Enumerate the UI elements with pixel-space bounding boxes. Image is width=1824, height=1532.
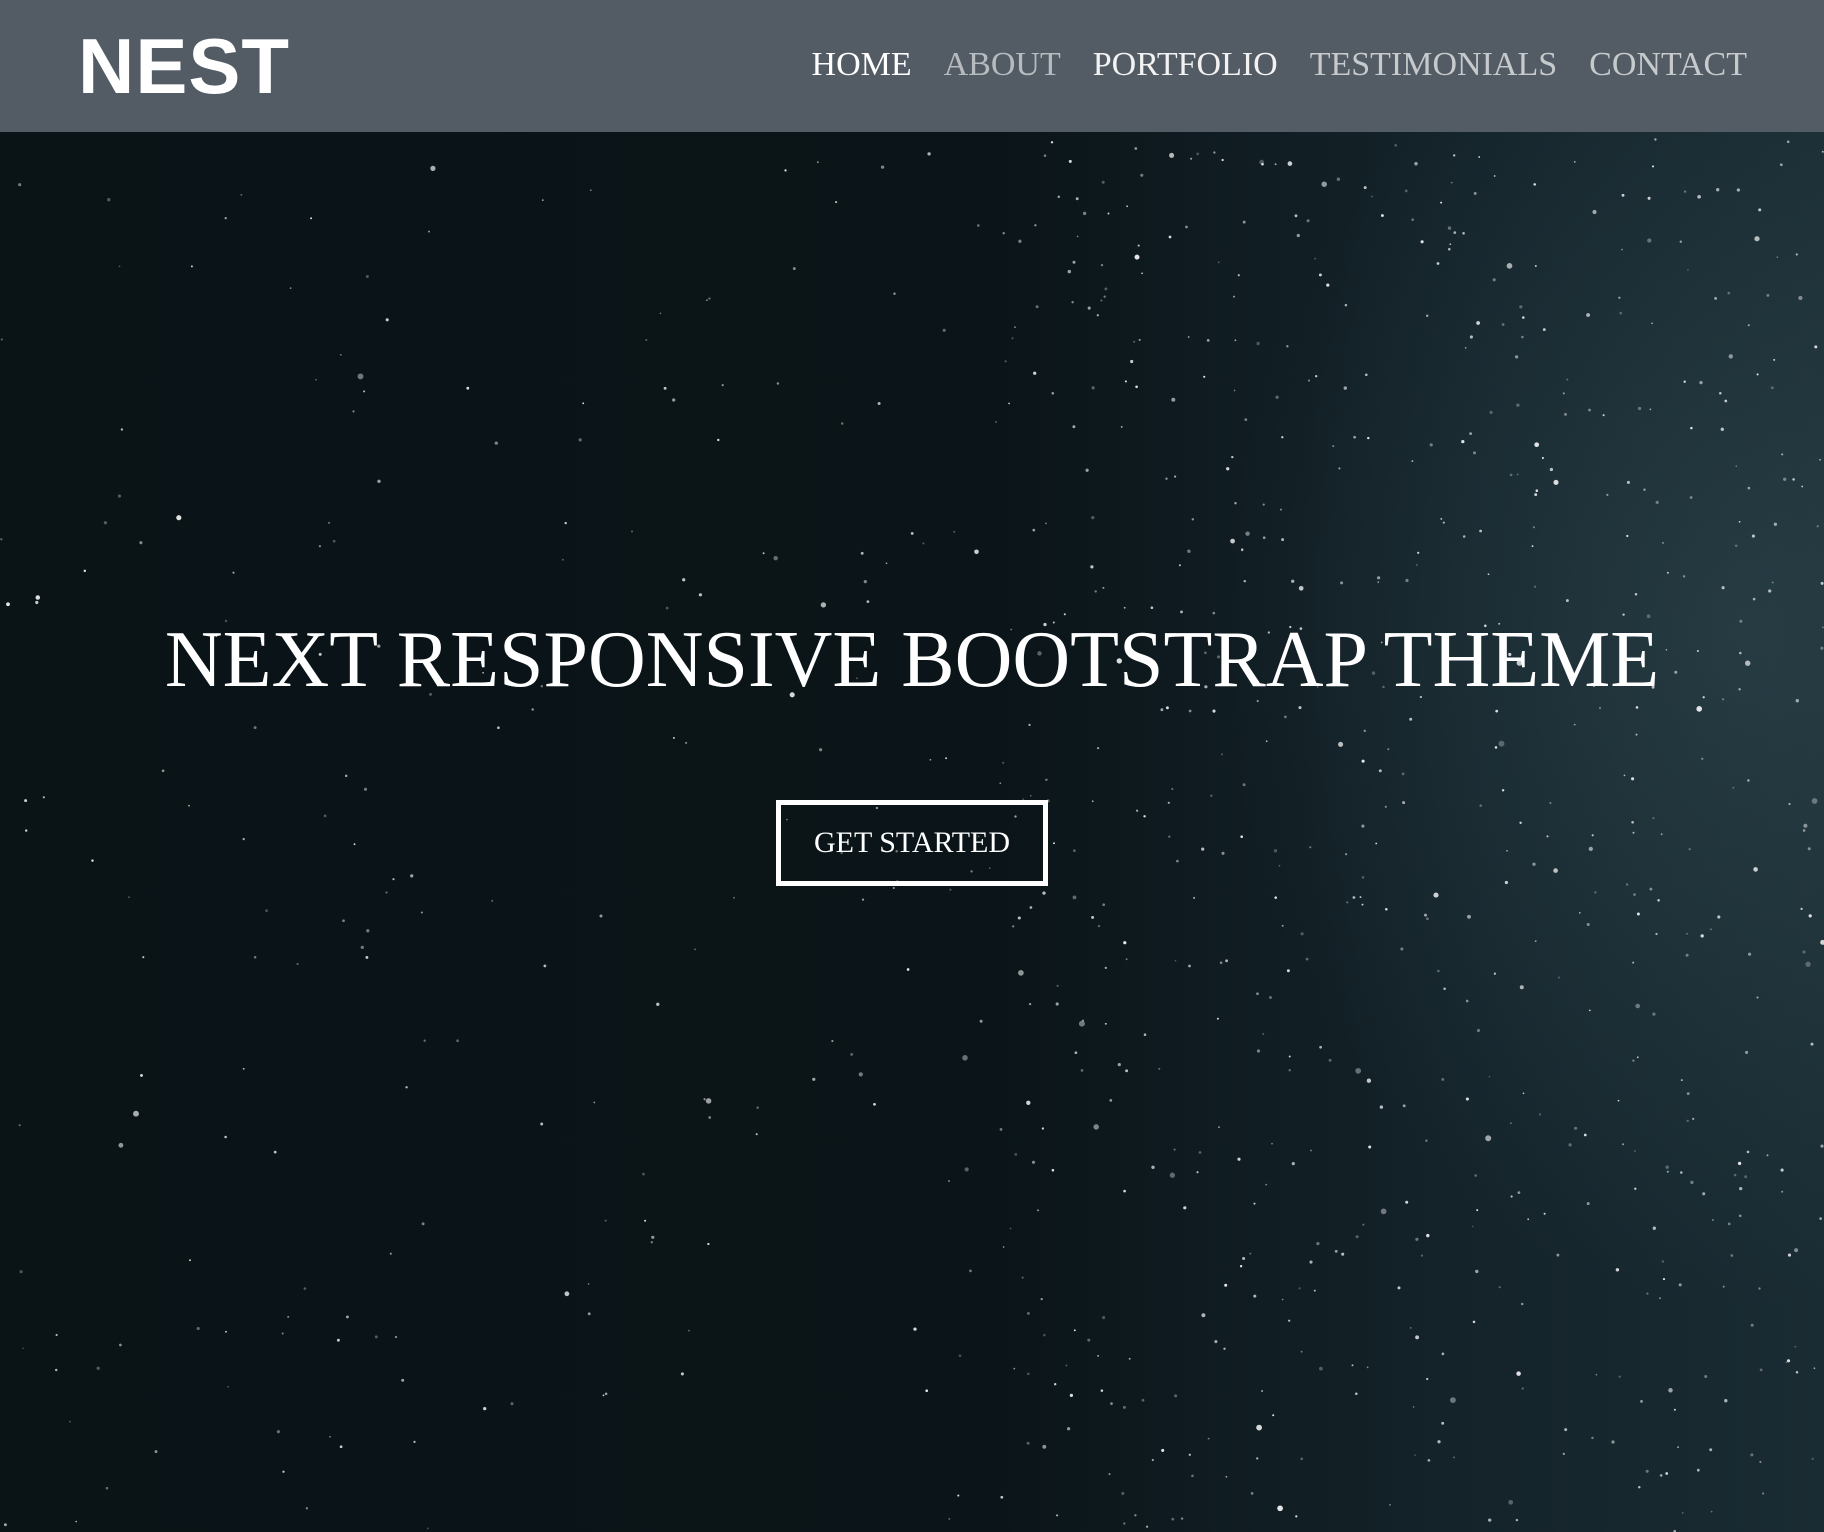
hero-section: NEXT RESPONSIVE BOOTSTRAP THEME GET STAR… — [0, 132, 1824, 1532]
nav-item-portfolio[interactable]: PORTFOLIO — [1093, 42, 1278, 88]
hero-title: NEXT RESPONSIVE BOOTSTRAP THEME — [164, 616, 1660, 704]
main-nav: HOME ABOUT PORTFOLIO TESTIMONIALS CONTAC… — [812, 42, 1747, 88]
nav-item-testimonials[interactable]: TESTIMONIALS — [1310, 42, 1557, 88]
get-started-button[interactable]: GET STARTED — [776, 800, 1048, 886]
top-navbar: NEST HOME ABOUT PORTFOLIO TESTIMONIALS C… — [0, 0, 1824, 132]
nav-item-home[interactable]: HOME — [812, 42, 912, 88]
nav-item-contact[interactable]: CONTACT — [1589, 42, 1747, 88]
hero-content: NEXT RESPONSIVE BOOTSTRAP THEME GET STAR… — [0, 612, 1824, 886]
brand-logo[interactable]: NEST — [78, 24, 290, 108]
nav-item-about[interactable]: ABOUT — [944, 42, 1061, 88]
